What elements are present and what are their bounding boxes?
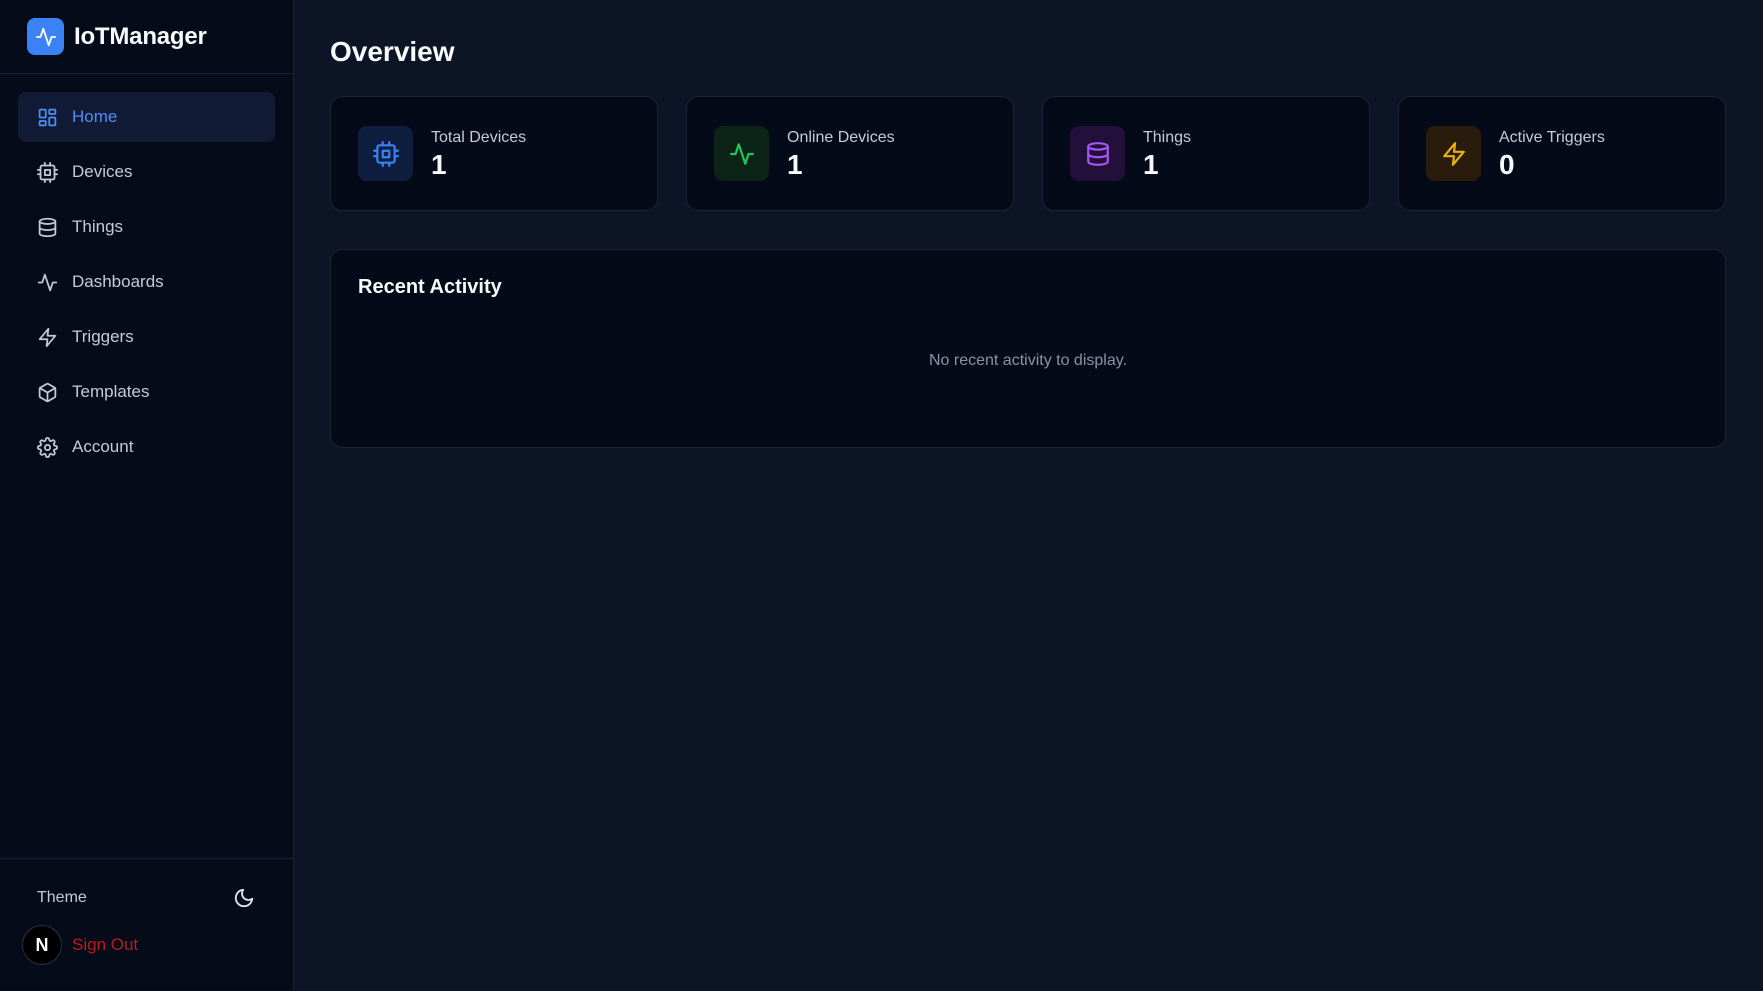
sidebar-item-account[interactable]: Account [18,422,275,472]
signout-button[interactable]: Sign Out [72,935,138,955]
sidebar-item-templates[interactable]: Templates [18,367,275,417]
sidebar-nav: Home Devices Things Dashboards Triggers … [0,74,293,472]
sidebar-item-label: Dashboards [72,272,164,291]
sidebar-item-label: Things [72,217,124,236]
stats-row: Total Devices 1 Online Devices 1 Things … [330,96,1726,211]
stat-value: 1 [787,148,803,180]
box-icon [36,381,58,403]
sidebar-item-things[interactable]: Things [18,202,275,252]
stat-label: Online Devices [787,128,895,146]
app-name: IoTManager [74,22,207,50]
sidebar-item-label: Templates [72,382,150,401]
zap-icon [36,326,58,348]
grid-icon [36,106,58,128]
activity-icon [27,18,64,55]
sidebar-item-home[interactable]: Home [18,92,275,142]
stat-text: Total Devices 1 [431,129,526,179]
sidebar-item-dashboards[interactable]: Dashboards [18,257,275,307]
activity-icon [714,126,769,181]
gear-icon [36,436,58,458]
brand[interactable]: IoTManager [0,0,293,74]
sidebar-item-triggers[interactable]: Triggers [18,312,275,362]
stat-label: Total Devices [431,128,527,146]
cpu-icon [358,126,413,181]
stat-text: Things 1 [1143,129,1191,179]
avatar[interactable]: N [22,925,62,965]
sidebar: IoTManager Home Devices Things Dashboard… [0,0,294,991]
recent-activity-title: Recent Activity [358,276,502,298]
activity-icon [36,271,58,293]
cpu-icon [36,161,58,183]
stat-value: 0 [1499,148,1515,180]
sidebar-item-label: Triggers [72,327,134,346]
stat-card-things[interactable]: Things 1 [1042,96,1370,211]
sidebar-item-label: Account [72,437,134,456]
page-title: Overview [330,36,455,67]
stat-value: 1 [1143,148,1159,180]
empty-state-text: No recent activity to display. [928,352,1127,369]
stat-label: Things [1143,128,1192,146]
database-icon [36,216,58,238]
zap-icon [1426,126,1481,181]
theme-toggle-row: Theme [22,877,271,919]
main-content: Overview Total Devices 1 Online Devices … [294,0,1763,991]
stat-value: 1 [431,148,447,180]
moon-icon[interactable] [233,887,255,909]
recent-activity-panel: Recent Activity No recent activity to di… [330,249,1726,448]
stat-card-active-triggers[interactable]: Active Triggers 0 [1398,96,1726,211]
sidebar-footer: Theme N Sign Out [0,858,293,991]
app-root: IoTManager Home Devices Things Dashboard… [0,0,1763,991]
stat-text: Online Devices 1 [787,129,895,179]
stat-card-total-devices[interactable]: Total Devices 1 [330,96,658,211]
stat-text: Active Triggers 0 [1499,129,1605,179]
sidebar-item-label: Devices [72,162,133,181]
theme-label: Theme [37,889,87,906]
stat-label: Active Triggers [1499,128,1605,146]
stat-card-online-devices[interactable]: Online Devices 1 [686,96,1014,211]
sidebar-item-devices[interactable]: Devices [18,147,275,197]
database-icon [1070,126,1125,181]
sidebar-item-label: Home [72,107,118,126]
signout-row: N Sign Out [22,925,271,965]
